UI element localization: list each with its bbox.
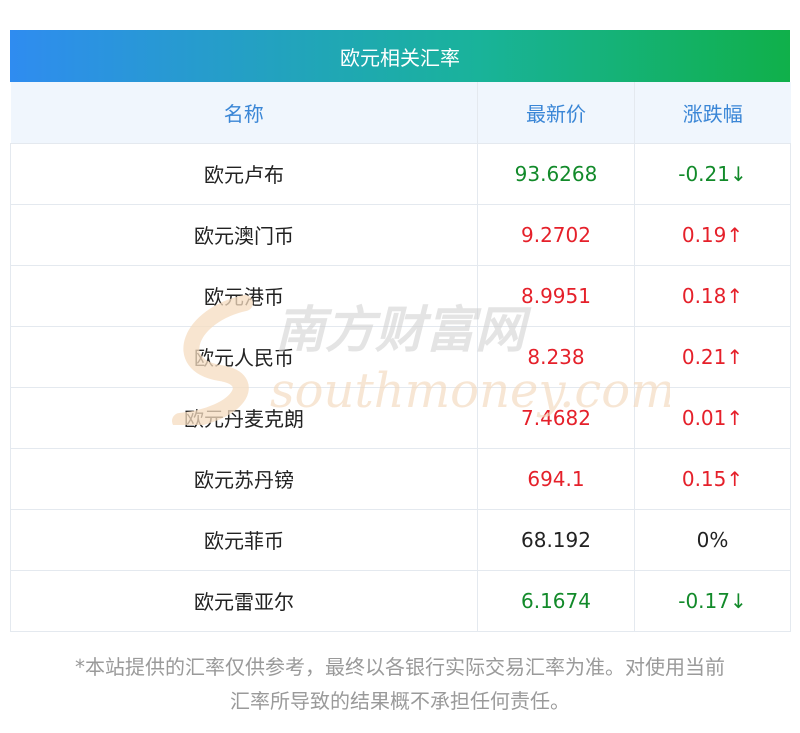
change-percent: 0% [634,509,791,571]
latest-price: 68.192 [477,509,635,571]
latest-price: 6.1674 [477,570,635,632]
change-percent: -0.21↓ [634,143,791,205]
change-percent: 0.15↑ [634,448,791,510]
currency-pair-name[interactable]: 欧元苏丹镑 [10,448,478,510]
latest-price: 9.2702 [477,204,635,266]
disclaimer-line-1: *本站提供的汇率仅供参考，最终以各银行实际交易汇率为准。对使用当前 [75,655,725,679]
change-percent: 0.21↑ [634,326,791,388]
table-row[interactable]: 欧元菲币 68.192 0% [10,509,791,571]
column-header-price[interactable]: 最新价 [477,82,635,144]
table-row[interactable]: 欧元澳门币 9.2702 0.19↑ [10,204,791,266]
latest-price: 7.4682 [477,387,635,449]
currency-pair-name[interactable]: 欧元人民币 [10,326,478,388]
latest-price: 694.1 [477,448,635,510]
currency-pair-name[interactable]: 欧元澳门币 [10,204,478,266]
latest-price: 8.238 [477,326,635,388]
column-header-name[interactable]: 名称 [10,82,478,144]
rates-table: 名称 最新价 涨跌幅 欧元卢布 93.6268 -0.21↓ 欧元澳门币 9.2… [10,82,791,632]
disclaimer: *本站提供的汇率仅供参考，最终以各银行实际交易汇率为准。对使用当前 汇率所导致的… [10,650,790,718]
currency-pair-name[interactable]: 欧元丹麦克朗 [10,387,478,449]
table-row[interactable]: 欧元苏丹镑 694.1 0.15↑ [10,448,791,510]
card-title: 欧元相关汇率 [10,30,790,82]
currency-pair-name[interactable]: 欧元菲币 [10,509,478,571]
currency-pair-name[interactable]: 欧元雷亚尔 [10,570,478,632]
latest-price: 93.6268 [477,143,635,205]
table-row[interactable]: 欧元港币 8.9951 0.18↑ [10,265,791,327]
column-header-change[interactable]: 涨跌幅 [634,82,791,144]
table-row[interactable]: 欧元卢布 93.6268 -0.21↓ [10,143,791,205]
change-percent: 0.01↑ [634,387,791,449]
change-percent: -0.17↓ [634,570,791,632]
latest-price: 8.9951 [477,265,635,327]
table-row[interactable]: 欧元人民币 8.238 0.21↑ [10,326,791,388]
currency-pair-name[interactable]: 欧元港币 [10,265,478,327]
table-header-row: 名称 最新价 涨跌幅 [10,82,791,144]
change-percent: 0.18↑ [634,265,791,327]
table-row[interactable]: 欧元雷亚尔 6.1674 -0.17↓ [10,570,791,632]
exchange-rate-card: 欧元相关汇率 名称 最新价 涨跌幅 欧元卢布 93.6268 -0.21↓ 欧元… [10,30,791,632]
currency-pair-name[interactable]: 欧元卢布 [10,143,478,205]
disclaimer-line-2: 汇率所导致的结果概不承担任何责任。 [230,689,570,713]
table-row[interactable]: 欧元丹麦克朗 7.4682 0.01↑ [10,387,791,449]
change-percent: 0.19↑ [634,204,791,266]
